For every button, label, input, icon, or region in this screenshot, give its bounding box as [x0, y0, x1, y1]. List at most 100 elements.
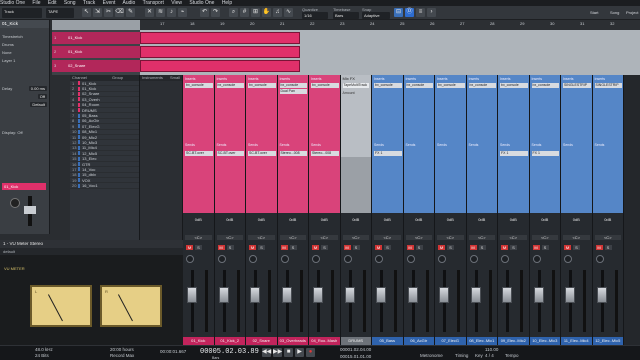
listen-tool-icon[interactable]: ♪	[167, 8, 176, 17]
send-slot[interactable]: Stereo...008	[279, 151, 307, 156]
snap-icon[interactable]: ⊞	[251, 8, 260, 17]
insert-slot[interactable]	[248, 89, 276, 94]
fader-cap[interactable]	[439, 287, 449, 303]
snap-toggle-icon[interactable]: ⊟	[394, 8, 403, 17]
song-button[interactable]: Song	[610, 10, 619, 15]
insp-row-1[interactable]: Drums	[0, 40, 49, 48]
pan-control[interactable]: <C>	[594, 235, 621, 240]
pan-control[interactable]: <C>	[342, 235, 369, 240]
send-slot[interactable]: SC-BT.over	[185, 151, 213, 156]
insert-slot[interactable]	[185, 89, 213, 94]
fader-cap[interactable]	[502, 287, 512, 303]
chevron-icon[interactable]: ›	[427, 8, 436, 17]
undo-icon[interactable]: ↶	[200, 8, 209, 17]
grid-icon[interactable]: #	[240, 8, 249, 17]
insert-slot[interactable]: bx_console	[185, 83, 213, 88]
track-row[interactable]: 2 01_Kick	[52, 46, 140, 58]
play-icon[interactable]: ▶	[295, 348, 304, 357]
quantize-select[interactable]: 1/16	[302, 12, 328, 19]
record-icon[interactable]: ●	[306, 348, 315, 357]
fader-cap[interactable]	[565, 287, 575, 303]
channel-name-plate[interactable]: 10_Elec..Mic3	[529, 337, 560, 345]
insert-slot[interactable]	[532, 89, 560, 94]
hand-icon[interactable]: ✋	[262, 8, 271, 17]
send-slot[interactable]: FX 1	[531, 151, 559, 156]
input-gain-knob[interactable]	[312, 255, 320, 263]
channel-name-plate[interactable]: 11_Elec..Mic4	[561, 337, 592, 345]
solo-button[interactable]: S	[289, 245, 297, 250]
solo-button[interactable]: S	[352, 245, 360, 250]
timing-label[interactable]: Timing	[455, 353, 468, 358]
insert-slot[interactable]: bx_console	[437, 83, 465, 88]
arrow-tool-icon[interactable]: ↖	[82, 8, 91, 17]
mute-button[interactable]: M	[312, 245, 319, 250]
insert-slot[interactable]: bx_console	[248, 83, 276, 88]
send-slot[interactable]: Stereo...008	[311, 151, 339, 156]
input-gain-knob[interactable]	[595, 255, 604, 263]
mute-button[interactable]: M	[469, 245, 477, 250]
insp-row-0[interactable]: Timestretch	[0, 32, 49, 40]
send-slot[interactable]	[595, 151, 623, 156]
pan-control[interactable]: <C>	[185, 235, 212, 240]
pan-control[interactable]: <C>	[563, 235, 590, 240]
track-row[interactable]: 1 01_Kick	[52, 32, 140, 44]
fader-cap[interactable]	[250, 287, 260, 303]
insp-row-2[interactable]: None	[0, 48, 49, 56]
eraser-tool-icon[interactable]: ⌫	[115, 8, 124, 17]
insert-slot[interactable]: bx_console	[500, 83, 528, 88]
track-row[interactable]: 3 02_Snare	[52, 60, 140, 72]
small-toggle[interactable]: Small	[170, 75, 180, 81]
mute-button[interactable]: M	[249, 245, 256, 250]
rewind-icon[interactable]: ◀◀	[262, 348, 271, 357]
send-slot[interactable]	[469, 151, 497, 156]
audio-clip[interactable]	[140, 60, 300, 72]
project-button[interactable]: Project	[626, 10, 638, 15]
wave-icon[interactable]: ∿	[284, 8, 293, 17]
solo-button[interactable]: S	[573, 245, 580, 250]
insert-slot[interactable]	[563, 89, 591, 94]
timeline-ruler[interactable]: 17 18 19 20 21 22 23 24 25 26 27 28 29 3…	[140, 20, 640, 30]
audio-clip[interactable]	[140, 32, 300, 44]
pan-control[interactable]: <C>	[216, 235, 243, 240]
fader-cap[interactable]	[281, 287, 292, 303]
channel-name-plate[interactable]: 02_Snare	[246, 337, 277, 345]
tempo-value[interactable]: 110.00	[485, 347, 498, 352]
insp-row-4[interactable]: Delay 0.00 ms	[0, 84, 49, 92]
fader-cap[interactable]	[187, 287, 197, 303]
stop-icon[interactable]: ■	[284, 348, 293, 357]
pan-control[interactable]: <C>	[468, 235, 495, 240]
snap-select[interactable]: Adaptive	[362, 12, 390, 19]
zoom-icon[interactable]: ⌕	[229, 8, 238, 17]
mute-button[interactable]: M	[343, 245, 351, 250]
paint-tool-icon[interactable]: ✎	[126, 8, 135, 17]
solo-button[interactable]: S	[226, 245, 234, 250]
inspector-selected-label[interactable]: 01_Kick	[2, 183, 46, 190]
solo-button[interactable]: S	[415, 245, 423, 250]
insert-slot[interactable]	[311, 89, 339, 94]
solo-button[interactable]: S	[447, 245, 454, 250]
solo-button[interactable]: S	[510, 245, 517, 250]
loop-start[interactable]: 00001.02.04.00	[340, 347, 371, 352]
plugin-title[interactable]: 1 - VU Meter Stereo	[0, 240, 183, 248]
solo-button[interactable]: S	[541, 245, 549, 250]
fader-cap[interactable]	[218, 287, 229, 303]
fader-cap[interactable]	[596, 287, 607, 303]
time-sig[interactable]: 4 / 4	[485, 353, 494, 358]
input-gain-knob[interactable]	[469, 255, 478, 263]
solo-button[interactable]: S	[604, 245, 612, 250]
pan-control[interactable]: <C>	[374, 235, 401, 240]
input-gain-knob[interactable]	[343, 255, 352, 263]
input-gain-knob[interactable]	[375, 255, 383, 263]
inspector-fader-cap[interactable]	[24, 206, 36, 214]
fader-cap[interactable]	[470, 287, 481, 303]
timebase-select[interactable]: Bars	[333, 12, 359, 19]
audio-clip[interactable]	[140, 46, 300, 58]
channel-name-plate[interactable]: 03_Overheads	[277, 337, 308, 345]
metronome-label[interactable]: Metronome	[420, 353, 443, 358]
insert-slot[interactable]	[437, 89, 465, 94]
channel-name-plate[interactable]: 09_Elec..Mic2	[498, 337, 529, 345]
insert-slot[interactable]	[595, 89, 623, 94]
insert-slot[interactable]: bx_console	[405, 83, 433, 88]
pan-control[interactable]: <C>	[531, 235, 558, 240]
insert-slot[interactable]: bx_console	[216, 83, 244, 88]
